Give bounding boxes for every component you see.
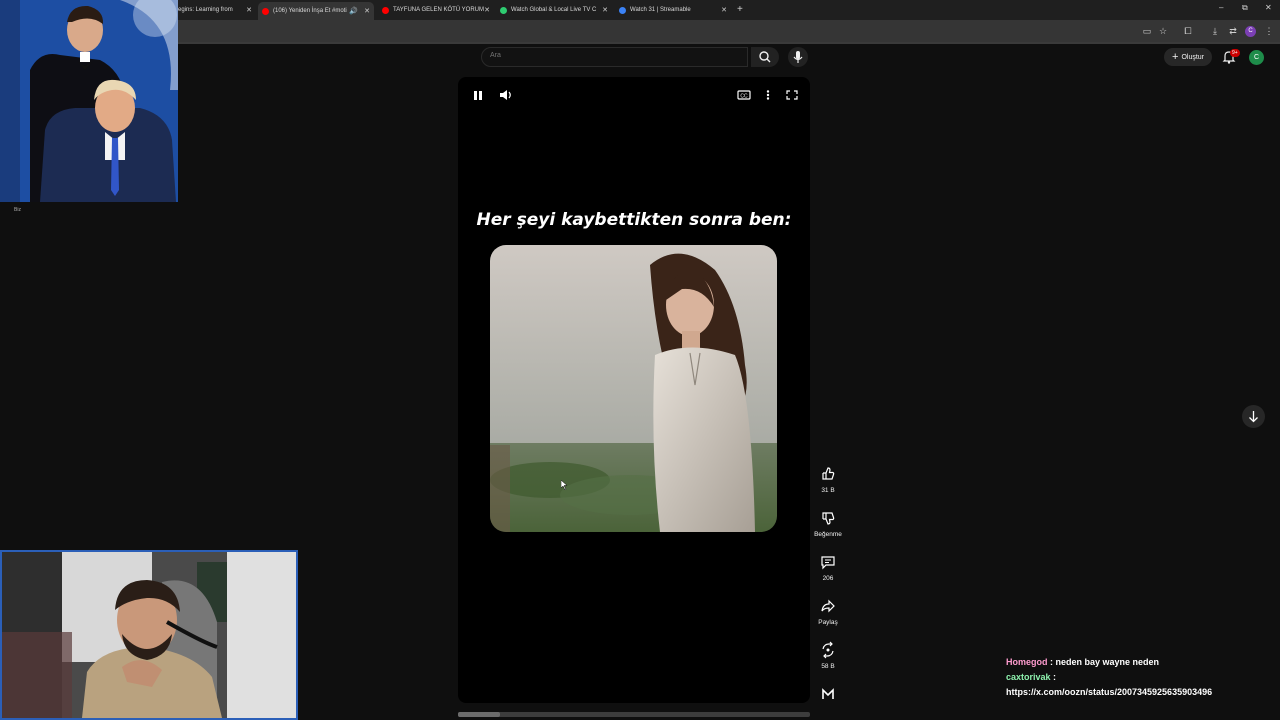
sync-icon[interactable]: ⇄ — [1228, 26, 1238, 36]
browser-tab-bar: Begins: Learning from ✕ (106) Yeniden İn… — [0, 0, 1280, 20]
close-tab-icon[interactable]: ✕ — [484, 6, 490, 14]
create-label: Oluştur — [1181, 53, 1204, 61]
captions-icon[interactable]: CC — [736, 88, 752, 102]
tab-title: Watch Global & Local Live TV C — [511, 7, 597, 13]
browser-tab[interactable]: Watch 31 | Streamable ✕ — [615, 2, 731, 18]
browser-tab-active[interactable]: (106) Yeniden İnşa Et #moti 🔊 ✕ — [258, 2, 374, 20]
channel-button[interactable] — [812, 684, 844, 704]
search-button[interactable] — [751, 47, 779, 67]
close-tab-icon[interactable]: ✕ — [364, 7, 370, 15]
youtube-favicon-icon — [382, 6, 389, 14]
browser-profile-avatar[interactable]: C — [1245, 26, 1256, 37]
close-tab-icon[interactable]: ✕ — [721, 6, 727, 14]
chat-username: Homegod — [1006, 657, 1048, 667]
mouse-cursor-icon — [561, 480, 568, 490]
search-icon — [759, 51, 771, 63]
browser-menu-icon[interactable]: ⋮ — [1264, 26, 1274, 36]
extensions-icon[interactable]: ⧠ — [1183, 26, 1193, 36]
youtube-favicon-icon — [262, 7, 269, 15]
notification-count-badge: 9+ — [1230, 49, 1240, 57]
close-tab-icon[interactable]: ✕ — [246, 6, 252, 14]
remix-count: 58 B — [821, 663, 835, 670]
browser-tab[interactable]: Begins: Learning from ✕ — [170, 2, 256, 18]
video-progress-bar[interactable] — [458, 712, 810, 717]
streamer-webcam — [0, 550, 298, 720]
search-box — [481, 47, 748, 67]
cast-icon[interactable]: ▭ — [1142, 26, 1152, 36]
minimize-icon[interactable]: – — [1219, 3, 1223, 12]
chat-message: Homegod : neden bay wayne neden — [1006, 657, 1160, 667]
tv-favicon-icon — [500, 6, 507, 14]
next-video-button[interactable] — [1242, 405, 1265, 428]
restore-icon[interactable]: ⧉ — [1242, 3, 1248, 13]
share-icon — [821, 599, 835, 613]
shorts-player[interactable]: CC Her şeyi kaybettikten sonra ben: — [458, 77, 810, 703]
fullscreen-icon[interactable] — [784, 88, 800, 102]
close-window-icon[interactable]: ✕ — [1265, 3, 1272, 12]
streamer-webcam-image — [2, 552, 296, 718]
video-caption: Her şeyi kaybettikten sonra ben: — [476, 210, 792, 230]
dislike-button[interactable]: Beğenme — [812, 508, 844, 538]
like-button[interactable]: 31 B — [812, 464, 844, 494]
plus-icon: + — [1172, 51, 1179, 63]
chat-text: neden bay wayne neden — [1055, 657, 1160, 667]
search-input[interactable] — [490, 52, 730, 59]
like-icon — [822, 467, 835, 480]
new-tab-icon[interactable]: + — [737, 4, 743, 15]
chat-message: caxtorivak : https://x.com/oozn/status/2… — [1006, 672, 1213, 697]
like-count: 31 B — [821, 487, 835, 494]
remix-button[interactable]: 58 B — [812, 640, 844, 670]
comments-button[interactable]: 206 — [812, 552, 844, 582]
close-tab-icon[interactable]: ✕ — [602, 6, 608, 14]
video-frame — [490, 245, 777, 532]
tab-title: TAYFUNA GELEN KÖTÜ YORUM — [393, 7, 485, 13]
video-scene-image — [490, 245, 777, 532]
create-button[interactable]: + Oluştur — [1164, 48, 1212, 66]
streamable-favicon-icon — [619, 6, 626, 14]
comment-count: 206 — [822, 575, 834, 582]
chat-username: caxtorivak — [1006, 672, 1051, 682]
browser-tab[interactable]: Watch Global & Local Live TV C ✕ — [496, 2, 612, 18]
more-options-icon[interactable] — [760, 88, 776, 102]
audio-icon[interactable]: 🔊 — [349, 7, 358, 15]
comment-icon — [821, 556, 835, 570]
account-avatar[interactable]: C — [1249, 50, 1264, 65]
page-divider — [178, 42, 1280, 44]
volume-icon[interactable] — [498, 88, 514, 102]
overlay-top-video-image — [0, 0, 178, 202]
chat-text: https://x.com/oozn/status/20073459256359… — [1006, 687, 1213, 697]
share-button[interactable]: Paylaş — [812, 596, 844, 626]
dislike-label: Beğenme — [814, 531, 842, 538]
tab-title: Watch 31 | Streamable — [630, 7, 691, 13]
download-icon[interactable]: ⤓ — [1210, 26, 1220, 36]
overlay-top-video — [0, 0, 178, 202]
overlay-label: Biz — [14, 207, 21, 213]
bookmark-star-icon[interactable]: ☆ — [1158, 26, 1168, 36]
tab-title: (106) Yeniden İnşa Et #moti — [273, 8, 347, 14]
svg-text:CC: CC — [740, 94, 748, 100]
share-label: Paylaş — [818, 619, 838, 626]
voice-search-button[interactable] — [788, 47, 808, 67]
channel-icon — [822, 688, 834, 699]
arrow-down-icon — [1249, 411, 1258, 423]
tab-title: Begins: Learning from — [174, 7, 233, 13]
microphone-icon — [793, 51, 803, 63]
pause-icon[interactable] — [470, 88, 486, 102]
video-progress-fill — [458, 712, 501, 717]
remix-icon — [822, 641, 834, 659]
browser-tab[interactable]: TAYFUNA GELEN KÖTÜ YORUM ✕ — [378, 2, 494, 18]
dislike-icon — [822, 512, 835, 525]
stream-chat: Homegod : neden bay wayne neden caxtoriv… — [1006, 655, 1212, 700]
browser-toolbar: ▭ ☆ ⧠ ⤓ ⇄ ⋮ — [0, 20, 1280, 42]
